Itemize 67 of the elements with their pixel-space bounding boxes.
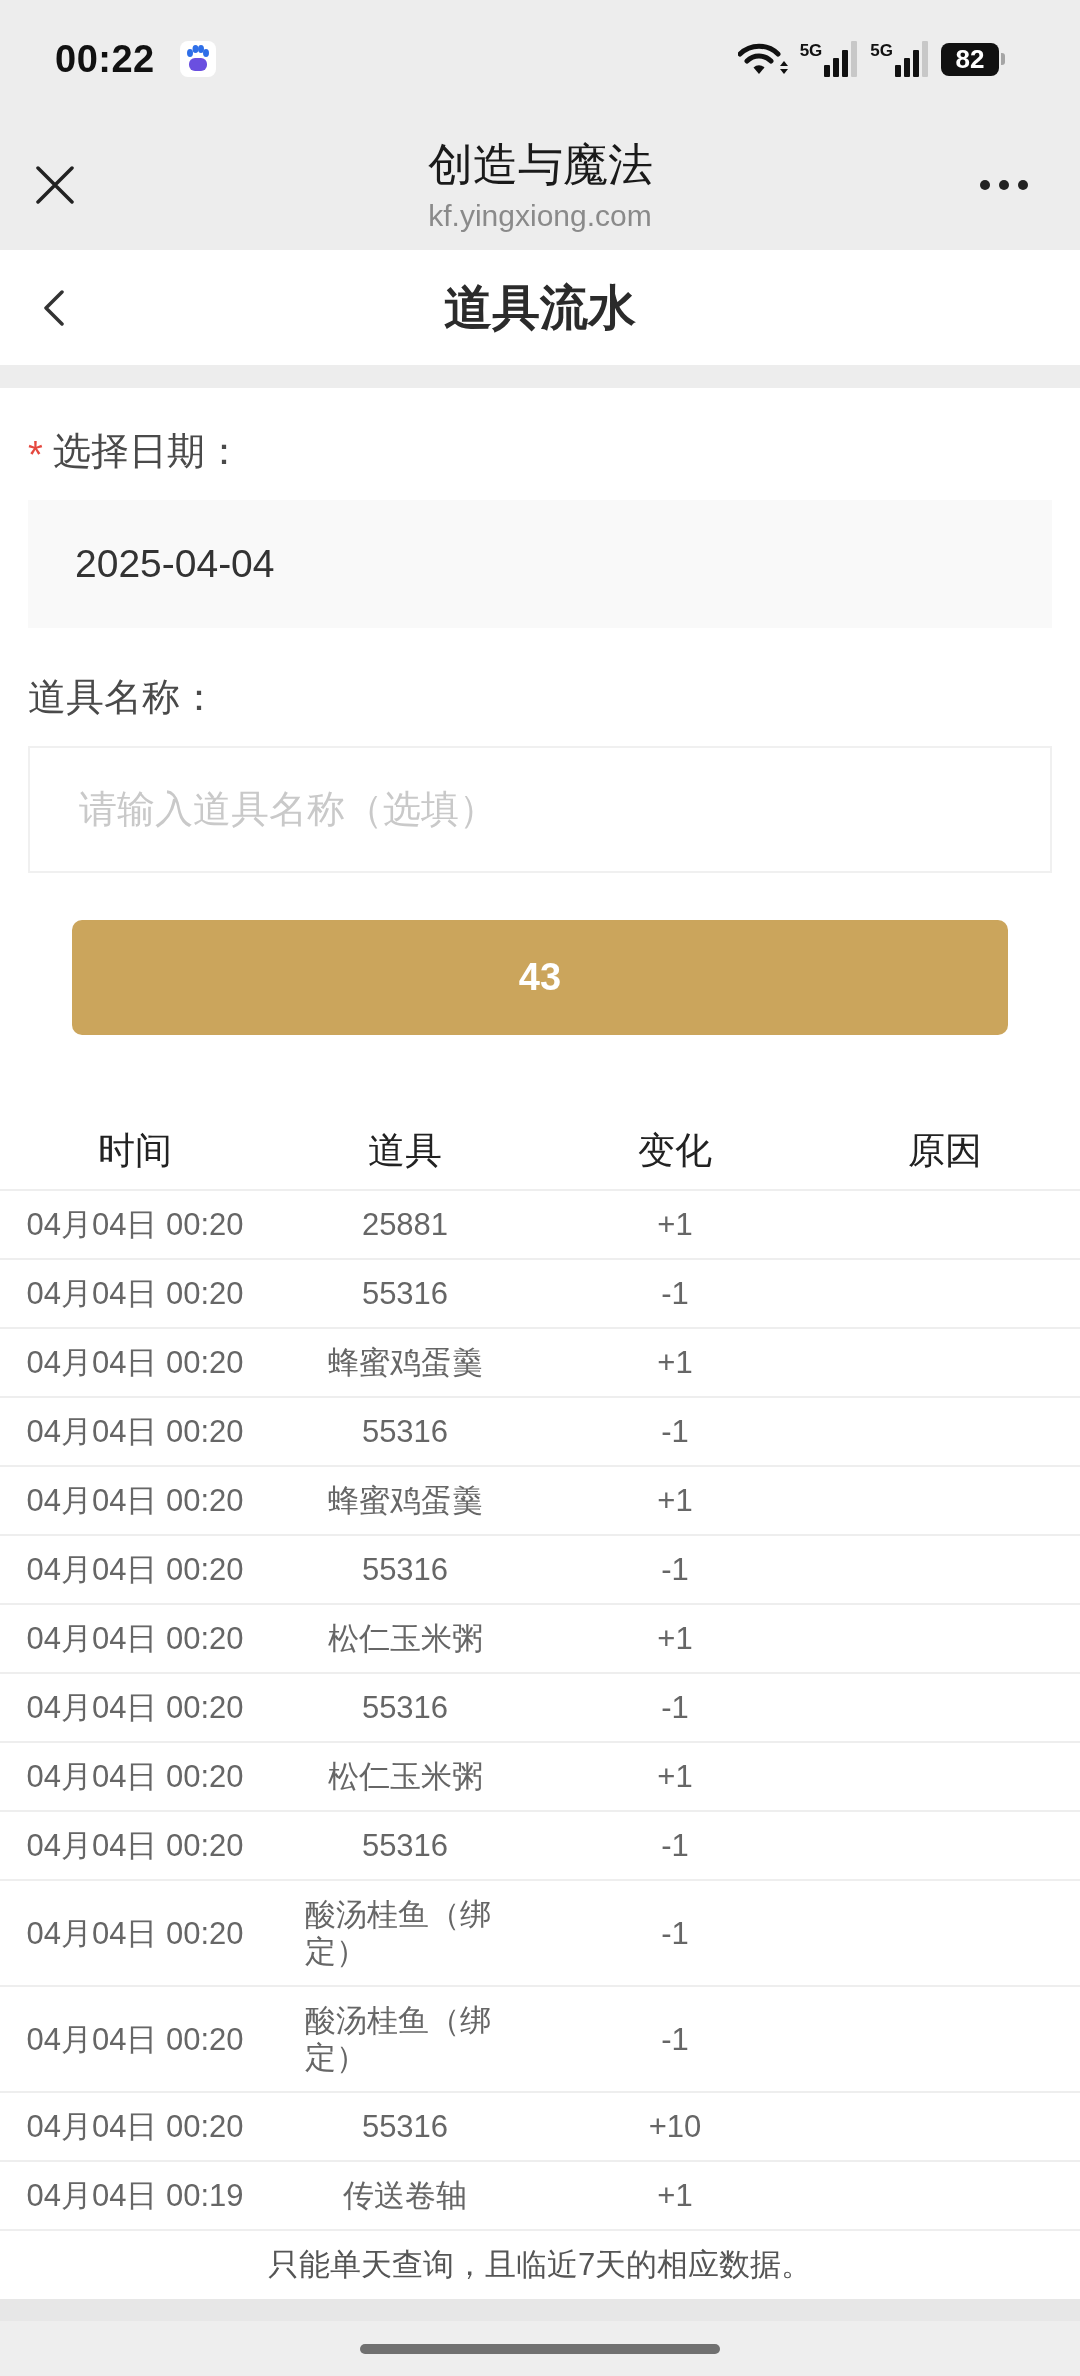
table-cell: 04月04日 00:20 [26, 1482, 244, 1519]
table-cell: 04月04日 00:20 [26, 1827, 244, 1864]
table-cell: 蜂蜜鸡蛋羹 [327, 1344, 483, 1381]
table-cell: -1 [661, 1827, 689, 1864]
table-cell: 04月04日 00:20 [26, 2108, 244, 2145]
table-cell: 55316 [361, 1413, 449, 1450]
more-button[interactable] [980, 180, 1028, 190]
footer-note: 只能单天查询，且临近7天的相应数据。 [267, 2246, 813, 2284]
table-cell: +1 [657, 1344, 693, 1381]
network-label: 5G [870, 42, 893, 60]
table-cell: 04月04日 00:20 [26, 1914, 244, 1952]
table-cell-text: 酸汤桂鱼（绑定） [305, 2002, 492, 2076]
back-button[interactable] [43, 289, 65, 326]
table-cell: 55316 [361, 1551, 449, 1588]
table-cell: +1 [657, 1206, 693, 1243]
table-cell: 55316 [361, 1275, 449, 1312]
required-mark: * [28, 433, 43, 478]
paw-app-icon [179, 41, 216, 77]
table-cell: 04月04日 00:20 [26, 1758, 244, 1795]
table-cell: +1 [657, 2177, 693, 2214]
table-cell: -1 [661, 1275, 689, 1312]
table-cell: -1 [661, 1914, 689, 1952]
close-button[interactable] [36, 166, 74, 204]
table-cell: 蜂蜜鸡蛋羹 [327, 1482, 483, 1519]
column-header: 时间 [98, 1129, 172, 1173]
browser-url: kf.yingxiong.com [428, 198, 652, 234]
table-cell: 松仁玉米粥 [327, 1620, 483, 1657]
table-cell: +1 [657, 1482, 693, 1519]
table-cell: 04月04日 00:20 [26, 2020, 244, 2058]
date-field[interactable]: 2025-04-04 [28, 500, 1052, 628]
table-cell: +1 [657, 1620, 693, 1657]
table-cell: 55316 [361, 1827, 449, 1864]
field-label: 选择日期： [52, 429, 243, 474]
table-cell: 04月04日 00:20 [26, 1206, 244, 1243]
table-cell: -1 [661, 2020, 689, 2058]
table-cell: 04月04日 00:20 [26, 1413, 244, 1450]
table-cell: 55316 [361, 1689, 449, 1726]
back-icon [43, 289, 65, 326]
table-cell: -1 [661, 1413, 689, 1450]
table-cell-text: 酸汤桂鱼（绑定） [305, 1896, 492, 1970]
more-icon [980, 180, 1028, 190]
table-cell: 04月04日 00:20 [26, 1551, 244, 1588]
table-cell: 25881 [361, 1206, 449, 1243]
table-cell: +1 [657, 1758, 693, 1795]
column-header: 变化 [638, 1129, 712, 1173]
page-title: 道具流水 [443, 279, 637, 336]
table-cell: 04月04日 00:20 [26, 1620, 244, 1657]
field-label: 道具名称： [28, 675, 218, 720]
table-cell: 04月04日 00:20 [26, 1689, 244, 1726]
browser-title: 创造与魔法 [427, 139, 653, 191]
table-cell: -1 [661, 1689, 689, 1726]
table-cell: 04月04日 00:20 [26, 1275, 244, 1312]
battery-indicator: 82 [941, 42, 1005, 76]
signal-icon [824, 41, 859, 77]
table-cell: 04月04日 00:20 [26, 1344, 244, 1381]
column-header: 原因 [908, 1129, 982, 1173]
column-header: 道具 [368, 1129, 442, 1173]
table-cell: 04月04日 00:19 [26, 2177, 244, 2214]
table-cell: +10 [648, 2108, 702, 2145]
status-time: 00:22 [55, 37, 155, 81]
table-cell: 55316 [361, 2108, 449, 2145]
network-label: 5G [799, 42, 823, 60]
table-cell: 松仁玉米粥 [327, 1758, 483, 1795]
table-cell: -1 [661, 1551, 689, 1588]
table-cell: 传送卷轴 [343, 2177, 467, 2214]
close-icon [36, 166, 74, 204]
signal-icon [895, 41, 929, 77]
